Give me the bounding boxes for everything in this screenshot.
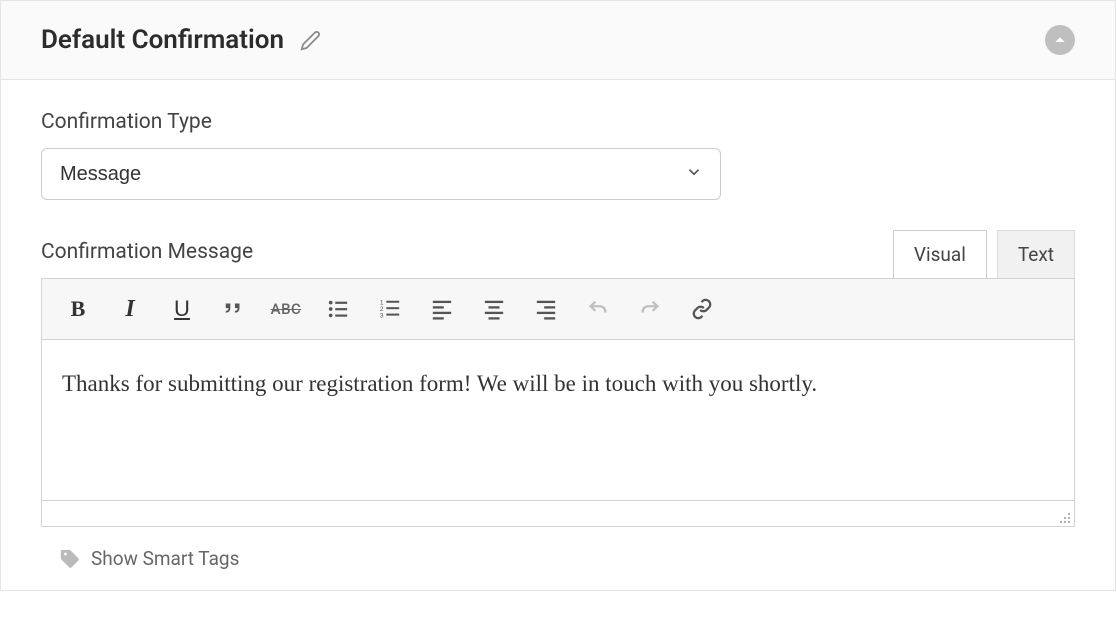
confirmation-panel: Default Confirmation Confirmation Type [0,0,1116,591]
editor-toolbar: B I U ABC [42,279,1074,340]
confirmation-message-field: Confirmation Message Visual Text B I U [41,230,1075,570]
align-center-button[interactable] [468,287,520,331]
italic-button[interactable]: I [104,287,156,331]
redo-button[interactable] [624,287,676,331]
confirmation-type-field: Confirmation Type [41,110,1075,200]
quote-icon [221,298,247,320]
confirmation-type-select-wrap [41,148,721,200]
confirmation-type-select[interactable] [41,148,721,200]
bold-button[interactable]: B [52,287,104,331]
align-center-icon [482,298,506,320]
smart-tags-label: Show Smart Tags [91,547,239,570]
tab-text[interactable]: Text [997,230,1075,278]
bullet-list-icon [325,298,351,320]
pencil-icon[interactable] [300,30,321,51]
svg-text:3: 3 [380,312,384,319]
message-field-header: Confirmation Message Visual Text [41,230,1075,278]
editor-footer [42,500,1074,526]
link-icon [689,298,715,320]
editor-container: B I U ABC [41,278,1075,527]
tag-icon [59,548,81,570]
bullet-list-button[interactable] [312,287,364,331]
editor-tabs: Visual Text [893,230,1075,278]
confirmation-message-label: Confirmation Message [41,240,253,264]
align-left-button[interactable] [416,287,468,331]
panel-title-wrap: Default Confirmation [41,25,321,55]
panel-body: Confirmation Type Confirmation Message V… [1,80,1115,590]
panel-title: Default Confirmation [41,25,284,55]
panel-header: Default Confirmation [1,1,1115,80]
undo-icon [585,298,611,320]
blockquote-button[interactable] [208,287,260,331]
confirmation-type-label: Confirmation Type [41,110,1075,134]
undo-button[interactable] [572,287,624,331]
align-right-icon [534,298,558,320]
numbered-list-icon: 1 2 3 [377,298,403,320]
message-editor[interactable]: Thanks for submitting our registration f… [42,340,1074,500]
underline-button[interactable]: U [156,287,208,331]
resize-handle[interactable] [1057,509,1071,523]
strikethrough-button[interactable]: ABC [260,287,312,331]
show-smart-tags[interactable]: Show Smart Tags [59,547,1075,570]
link-button[interactable] [676,287,728,331]
align-left-icon [430,298,454,320]
tab-visual[interactable]: Visual [893,230,987,278]
collapse-button[interactable] [1045,25,1075,55]
redo-icon [637,298,663,320]
numbered-list-button[interactable]: 1 2 3 [364,287,416,331]
align-right-button[interactable] [520,287,572,331]
